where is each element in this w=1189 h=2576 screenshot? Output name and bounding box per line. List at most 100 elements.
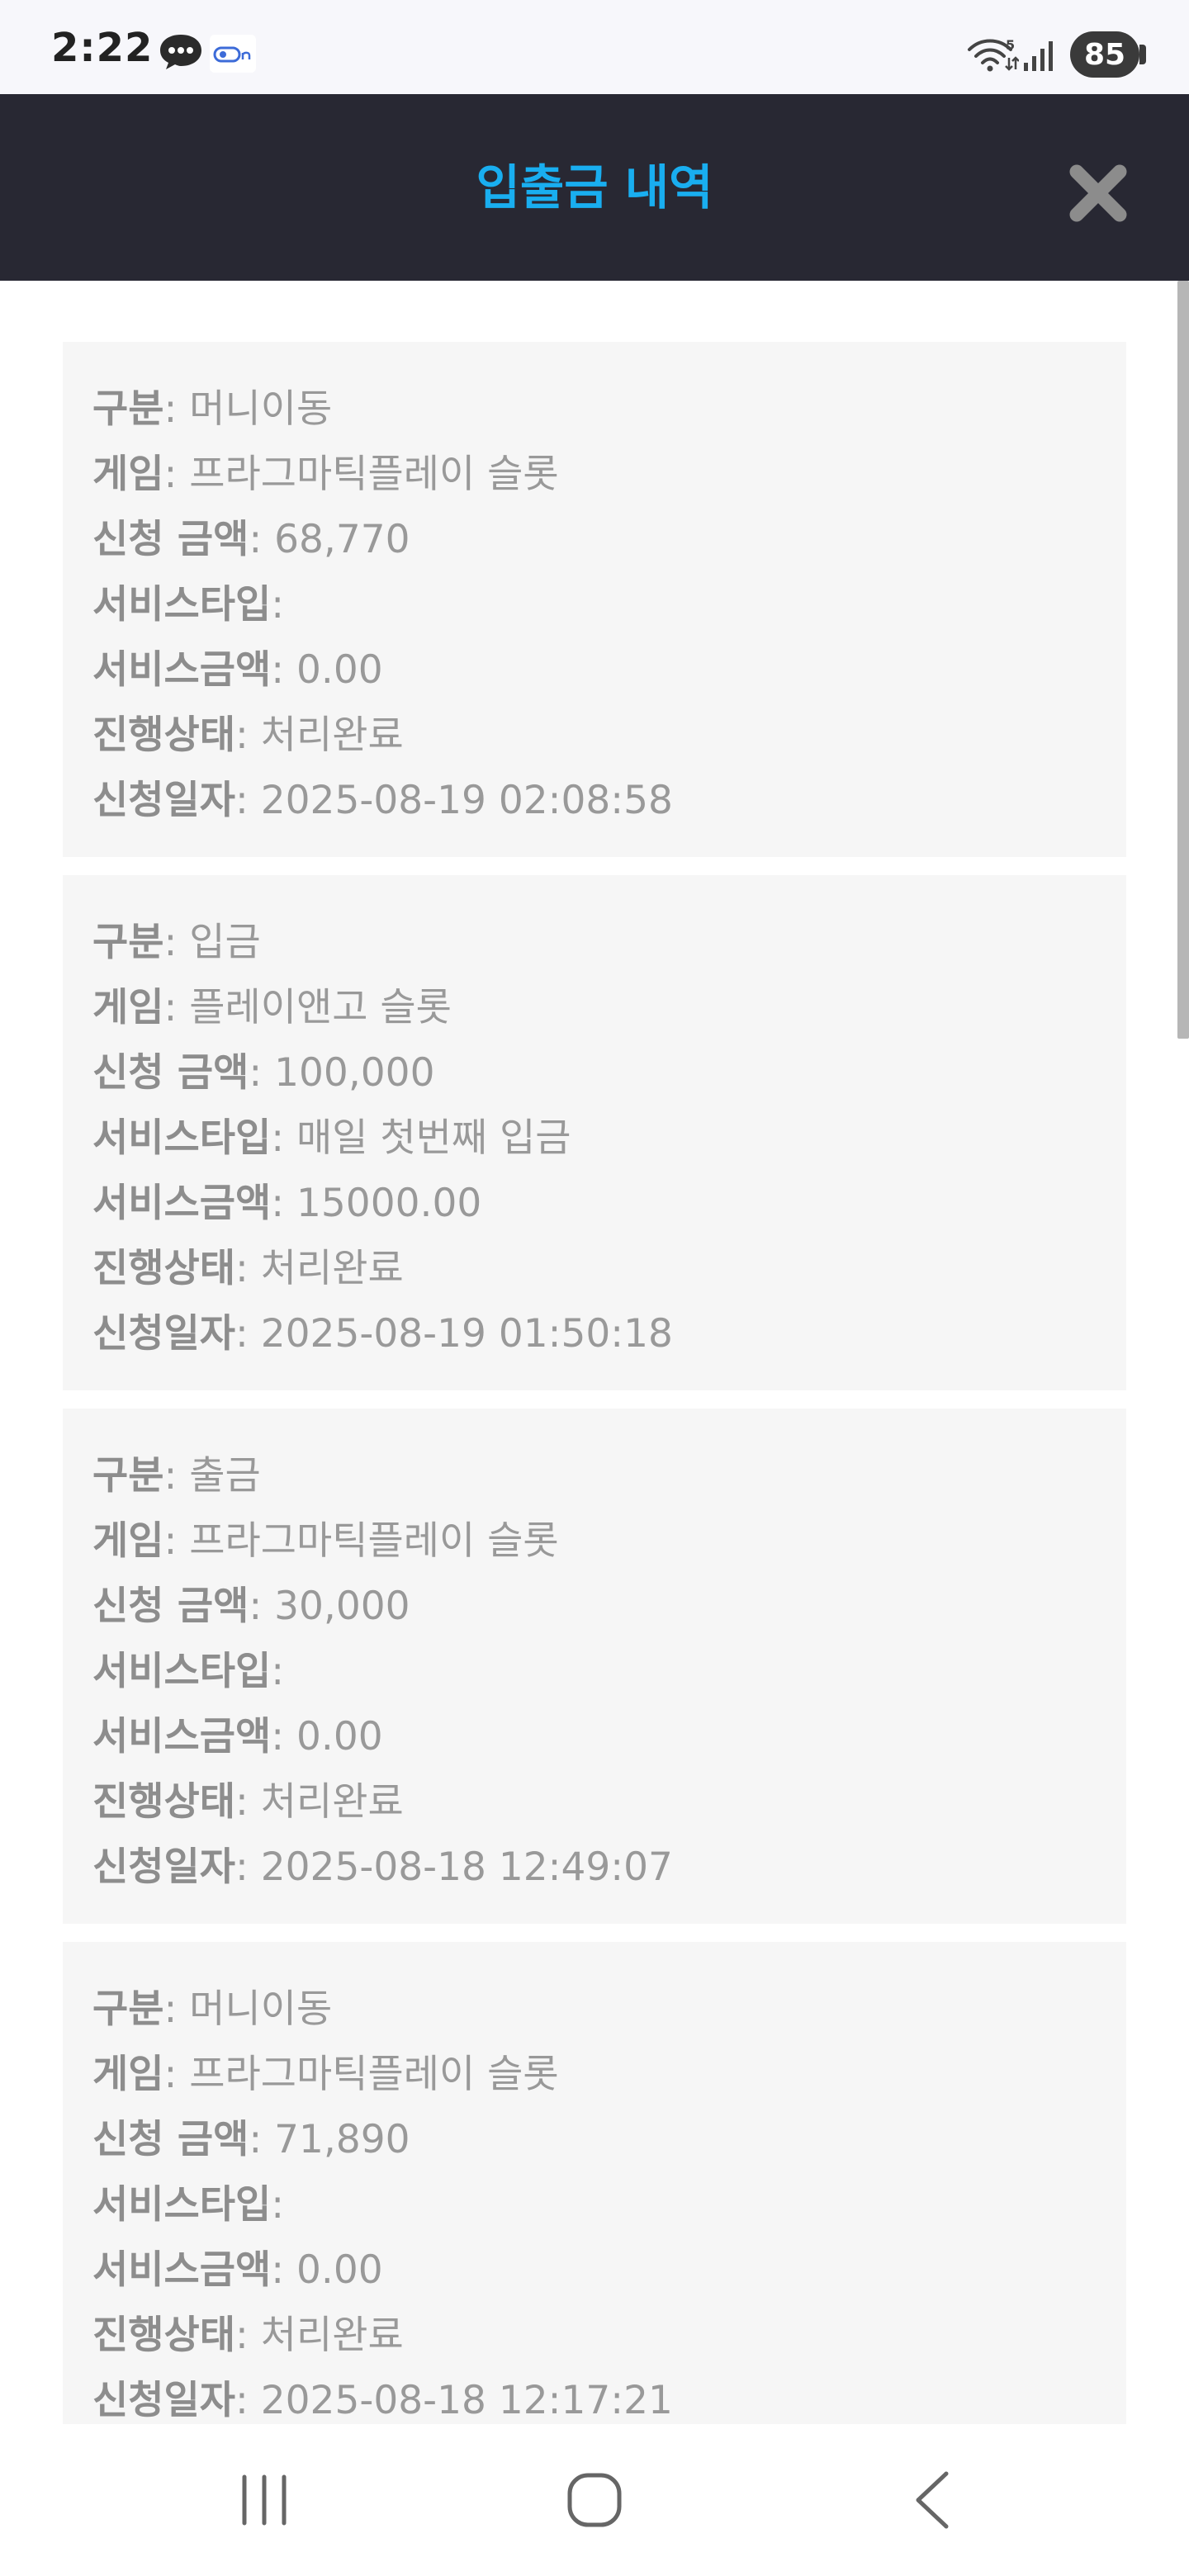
game-value: 플레이앤고 슬롯 bbox=[189, 985, 452, 1030]
service-amount-label: 서비스금액 bbox=[92, 647, 272, 693]
service-amount-row: 서비스금액: 0.00 bbox=[92, 1714, 383, 1759]
date-label: 신청일자 bbox=[92, 2378, 235, 2423]
service-type-label: 서비스타입 bbox=[92, 1649, 272, 1694]
service-amount-label: 서비스금액 bbox=[92, 1714, 272, 1759]
game-label: 게임 bbox=[92, 1518, 164, 1564]
amount-value: 30,000 bbox=[274, 1584, 410, 1629]
signal-icon bbox=[1024, 41, 1053, 71]
date-value: 2025-08-19 02:08:58 bbox=[260, 778, 673, 823]
amount-label: 신청 금액 bbox=[92, 517, 249, 562]
chat-bubble-icon bbox=[160, 35, 201, 69]
history-list[interactable]: 구분: 머니이동 게임: 프라그마틱플레이 슬롯 신청 금액: 68,770 서… bbox=[0, 281, 1189, 2424]
game-value: 프라그마틱플레이 슬롯 bbox=[189, 2052, 559, 2097]
close-icon[interactable] bbox=[1065, 160, 1131, 226]
date-row: 신청일자: 2025-08-18 12:17:21 bbox=[92, 2378, 673, 2423]
game-label: 게임 bbox=[92, 985, 164, 1030]
service-type-label: 서비스타입 bbox=[92, 2182, 272, 2228]
status-value: 처리완료 bbox=[260, 1779, 404, 1825]
service-amount-row: 서비스금액: 0.00 bbox=[92, 647, 383, 693]
category-label: 구분 bbox=[92, 920, 164, 965]
status-bar: 2:22 5 85 bbox=[0, 0, 1189, 94]
category-value: 출금 bbox=[189, 1453, 261, 1499]
status-row: 진행상태: 처리완료 bbox=[92, 1779, 404, 1825]
date-value: 2025-08-18 12:17:21 bbox=[260, 2378, 673, 2423]
category-value: 머니이동 bbox=[189, 386, 333, 432]
date-label: 신청일자 bbox=[92, 1844, 235, 1890]
service-amount-value: 0.00 bbox=[296, 2247, 383, 2293]
game-label: 게임 bbox=[92, 452, 164, 497]
date-row: 신청일자: 2025-08-19 01:50:18 bbox=[92, 1311, 673, 1357]
game-label: 게임 bbox=[92, 2052, 164, 2097]
date-value: 2025-08-18 12:49:07 bbox=[260, 1844, 673, 1890]
game-row: 게임: 프라그마틱플레이 슬롯 bbox=[92, 1518, 559, 1564]
status-label: 진행상태 bbox=[92, 1246, 235, 1291]
camera-link-icon bbox=[210, 35, 256, 73]
category-value: 머니이동 bbox=[189, 1986, 333, 2032]
transaction-card: 구분: 입금 게임: 플레이앤고 슬롯 신청 금액: 100,000 서비스타입… bbox=[63, 875, 1126, 1390]
status-row: 진행상태: 처리완료 bbox=[92, 713, 404, 758]
battery-tip bbox=[1139, 45, 1146, 64]
status-row: 진행상태: 처리완료 bbox=[92, 1246, 404, 1291]
amount-row: 신청 금액: 100,000 bbox=[92, 1050, 435, 1096]
header: 입출금 내역 bbox=[0, 94, 1189, 281]
amount-value: 100,000 bbox=[274, 1050, 435, 1096]
back-icon[interactable] bbox=[900, 2467, 966, 2533]
service-amount-row: 서비스금액: 15000.00 bbox=[92, 1181, 482, 1226]
recent-apps-icon[interactable] bbox=[231, 2467, 297, 2533]
service-type-row: 서비스타입: 매일 첫번째 입금 bbox=[92, 1115, 571, 1161]
date-label: 신청일자 bbox=[92, 1311, 235, 1357]
status-value: 처리완료 bbox=[260, 2313, 404, 2358]
category-row: 구분: 머니이동 bbox=[92, 1986, 333, 2032]
amount-row: 신청 금액: 30,000 bbox=[92, 1584, 410, 1629]
battery-indicator: 85 bbox=[1070, 31, 1146, 78]
transaction-card: 구분: 머니이동 게임: 프라그마틱플레이 슬롯 신청 금액: 68,770 서… bbox=[63, 342, 1126, 857]
service-type-row: 서비스타입: bbox=[92, 2182, 285, 2228]
wifi-icon: 5 bbox=[968, 37, 1019, 72]
amount-row: 신청 금액: 71,890 bbox=[92, 2117, 410, 2162]
battery-level: 85 bbox=[1083, 37, 1126, 72]
date-row: 신청일자: 2025-08-18 12:49:07 bbox=[92, 1844, 673, 1890]
amount-label: 신청 금액 bbox=[92, 1584, 249, 1629]
status-value: 처리완료 bbox=[260, 1246, 404, 1291]
game-value: 프라그마틱플레이 슬롯 bbox=[189, 1518, 559, 1564]
category-row: 구분: 머니이동 bbox=[92, 386, 333, 432]
page-title: 입출금 내역 bbox=[476, 159, 713, 215]
category-label: 구분 bbox=[92, 1453, 164, 1499]
game-row: 게임: 플레이앤고 슬롯 bbox=[92, 985, 452, 1030]
status-label: 진행상태 bbox=[92, 1779, 235, 1825]
game-row: 게임: 프라그마틱플레이 슬롯 bbox=[92, 2052, 559, 2097]
service-amount-label: 서비스금액 bbox=[92, 1181, 272, 1226]
wifi-badge: 5 bbox=[1006, 37, 1015, 53]
amount-label: 신청 금액 bbox=[92, 1050, 249, 1096]
date-label: 신청일자 bbox=[92, 778, 235, 823]
service-amount-value: 0.00 bbox=[296, 647, 383, 693]
category-row: 구분: 입금 bbox=[92, 920, 261, 965]
amount-label: 신청 금액 bbox=[92, 2117, 249, 2162]
home-icon[interactable] bbox=[561, 2467, 628, 2533]
service-amount-value: 0.00 bbox=[296, 1714, 383, 1759]
amount-value: 68,770 bbox=[274, 517, 410, 562]
transaction-card: 구분: 출금 게임: 프라그마틱플레이 슬롯 신청 금액: 30,000 서비스… bbox=[63, 1409, 1126, 1924]
status-label: 진행상태 bbox=[92, 713, 235, 758]
status-value: 처리완료 bbox=[260, 713, 404, 758]
category-label: 구분 bbox=[92, 386, 164, 432]
game-row: 게임: 프라그마틱플레이 슬롯 bbox=[92, 452, 559, 497]
amount-value: 71,890 bbox=[274, 2117, 410, 2162]
service-type-row: 서비스타입: bbox=[92, 582, 285, 627]
game-value: 프라그마틱플레이 슬롯 bbox=[189, 452, 559, 497]
amount-row: 신청 금액: 68,770 bbox=[92, 517, 410, 562]
status-time: 2:22 bbox=[51, 25, 154, 71]
category-value: 입금 bbox=[189, 920, 261, 965]
service-amount-row: 서비스금액: 0.00 bbox=[92, 2247, 383, 2293]
category-label: 구분 bbox=[92, 1986, 164, 2032]
status-label: 진행상태 bbox=[92, 2313, 235, 2358]
service-type-label: 서비스타입 bbox=[92, 582, 272, 627]
date-row: 신청일자: 2025-08-19 02:08:58 bbox=[92, 778, 673, 823]
category-row: 구분: 출금 bbox=[92, 1453, 261, 1499]
screen: 2:22 5 85 입출금 내역 구분: 머니이동 게임: 프라그마틱플레이 슬… bbox=[0, 0, 1189, 2576]
status-row: 진행상태: 처리완료 bbox=[92, 2313, 404, 2358]
scrollbar[interactable] bbox=[1177, 281, 1189, 1039]
service-type-row: 서비스타입: bbox=[92, 1649, 285, 1694]
transaction-card: 구분: 머니이동 게임: 프라그마틱플레이 슬롯 신청 금액: 71,890 서… bbox=[63, 1942, 1126, 2424]
navigation-bar bbox=[0, 2424, 1189, 2576]
